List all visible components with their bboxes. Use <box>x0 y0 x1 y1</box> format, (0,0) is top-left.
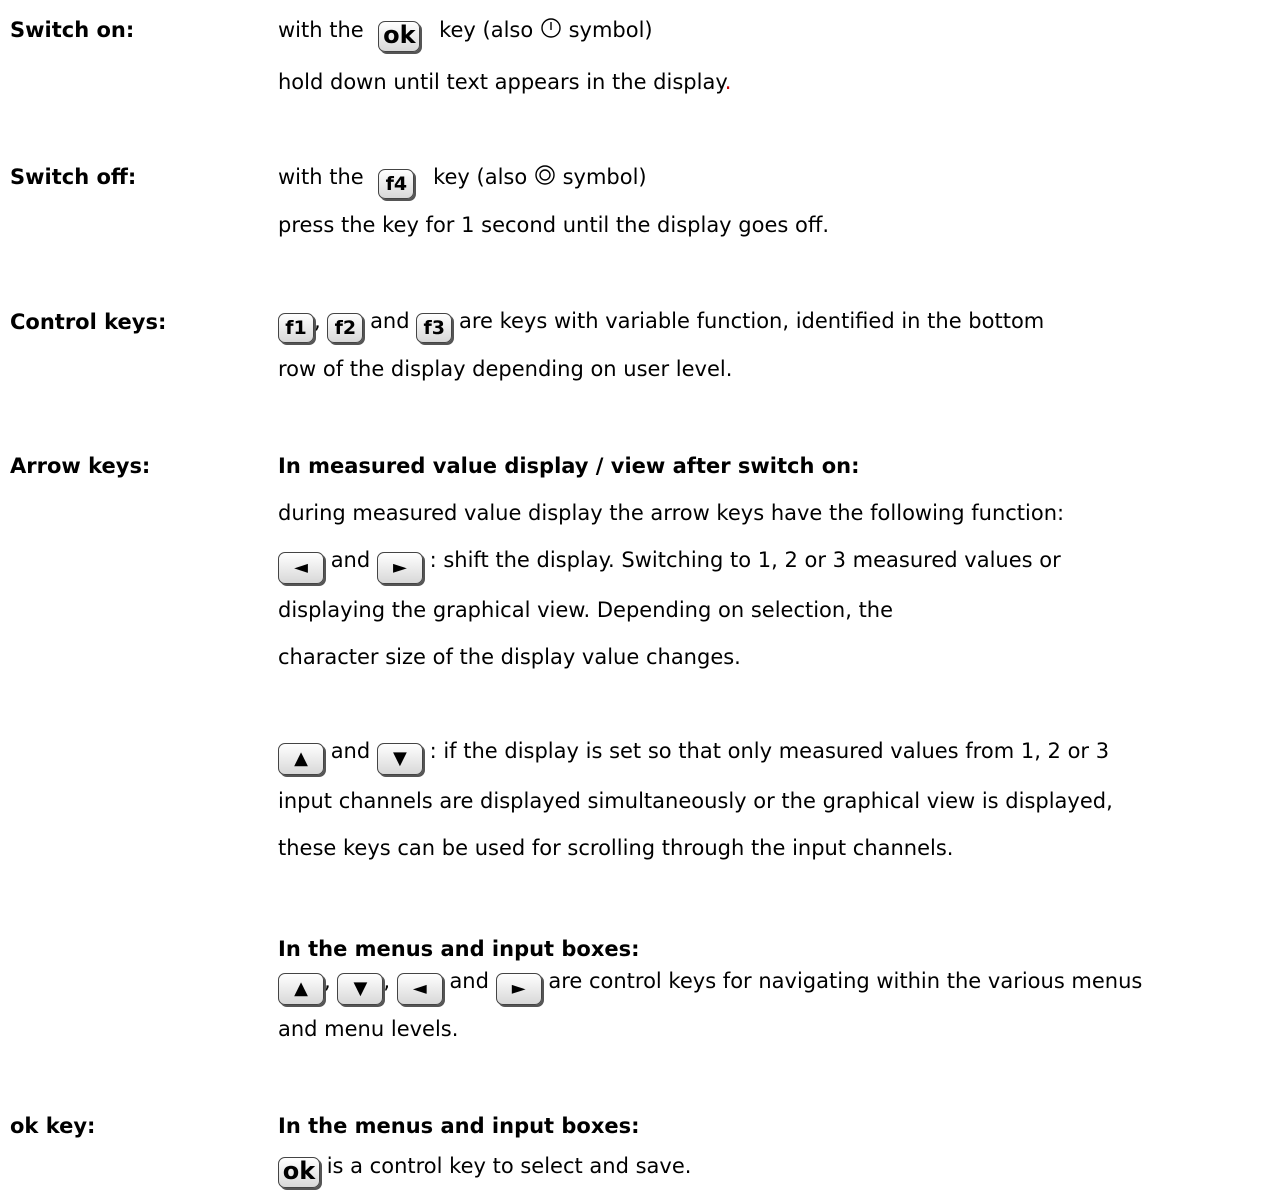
arrow-keys-p2-line3: these keys can be used for scrolling thr… <box>278 836 954 860</box>
arrow-keys-heading1: In measured value display / view after s… <box>278 454 860 478</box>
ok-key-label: ok key: <box>10 1114 96 1138</box>
f2-key-icon: f2 <box>327 313 364 343</box>
control-keys-line2: row of the display depending on user lev… <box>278 357 733 381</box>
comma: , <box>324 969 331 993</box>
text: : shift the display. Switching to 1, 2 o… <box>429 548 1061 572</box>
arrow-keys-p1-line1: during measured value display the arrow … <box>278 501 1065 525</box>
arrow-keys-p2-line1: ▲ and ▼ : if the display is set so that … <box>278 737 1109 775</box>
switch-on-label: Switch on: <box>10 18 135 42</box>
text: and <box>370 309 410 333</box>
switch-on-line2: hold down until text appears in the disp… <box>278 68 731 96</box>
arrow-keys-heading2: In the menus and input boxes: <box>278 937 640 961</box>
f1-key-icon: f1 <box>278 313 314 343</box>
arrow-keys-p1-line3: displaying the graphical view. Depending… <box>278 598 894 622</box>
up-arrow-key-icon: ▲ <box>278 743 324 775</box>
text: are keys with variable function, identif… <box>458 309 1045 333</box>
comma: , <box>314 309 321 333</box>
f4-key-icon: f4 <box>378 169 415 199</box>
text: symbol) <box>562 165 647 189</box>
ok-key-icon: ok <box>378 21 421 52</box>
arrow-keys-p3-line1: ▲, ▼, ◄ and ► are control keys for navig… <box>278 967 1142 1005</box>
arrow-keys-p2-line2: input channels are displayed simultaneou… <box>278 789 1113 813</box>
text: symbol) <box>568 18 653 42</box>
switch-off-label: Switch off: <box>10 165 137 189</box>
control-keys-label: Control keys: <box>10 310 167 334</box>
power-off-icon <box>534 164 556 193</box>
period: . <box>724 70 732 94</box>
text: are control keys for navigating within t… <box>548 969 1143 993</box>
right-arrow-key-icon: ► <box>495 973 542 1005</box>
arrow-keys-p3-line2: and menu levels. <box>278 1017 459 1041</box>
ok-key-heading: In the menus and input boxes: <box>278 1114 640 1138</box>
f3-key-icon: f3 <box>416 313 453 343</box>
right-arrow-key-icon: ► <box>376 552 423 584</box>
power-on-icon <box>540 17 562 46</box>
arrow-keys-p1-line4: character size of the display value chan… <box>278 645 741 669</box>
down-arrow-key-icon: ▼ <box>337 973 384 1005</box>
text: key (also <box>439 18 534 42</box>
text: and <box>330 548 371 572</box>
text: and <box>449 969 489 993</box>
text: with the <box>278 165 364 189</box>
control-keys-line1: f1, f2 and f3 are keys with variable fun… <box>278 307 1044 343</box>
text: hold down until text appears in the disp… <box>278 70 725 94</box>
up-arrow-key-icon: ▲ <box>278 973 324 1005</box>
ok-key-icon: ok <box>278 1157 320 1188</box>
down-arrow-key-icon: ▼ <box>376 743 423 775</box>
switch-off-line1: with the f4 key (also symbol) <box>278 163 647 199</box>
text: key (also <box>433 165 528 189</box>
text: with the <box>278 18 364 42</box>
left-arrow-key-icon: ◄ <box>396 973 443 1005</box>
text: is a control key to select and save. <box>326 1154 692 1178</box>
text: : if the display is set so that only mea… <box>429 739 1110 763</box>
switch-off-line2: press the key for 1 second until the dis… <box>278 213 829 237</box>
arrow-keys-label: Arrow keys: <box>10 454 151 478</box>
text: and <box>330 739 371 763</box>
left-arrow-key-icon: ◄ <box>278 552 324 584</box>
ok-key-line1: ok is a control key to select and save. <box>278 1152 691 1188</box>
arrow-keys-p1-line2: ◄ and ► : shift the display. Switching t… <box>278 546 1061 584</box>
comma: , <box>383 969 391 993</box>
switch-on-line1: with the ok key (also symbol) <box>278 16 653 52</box>
